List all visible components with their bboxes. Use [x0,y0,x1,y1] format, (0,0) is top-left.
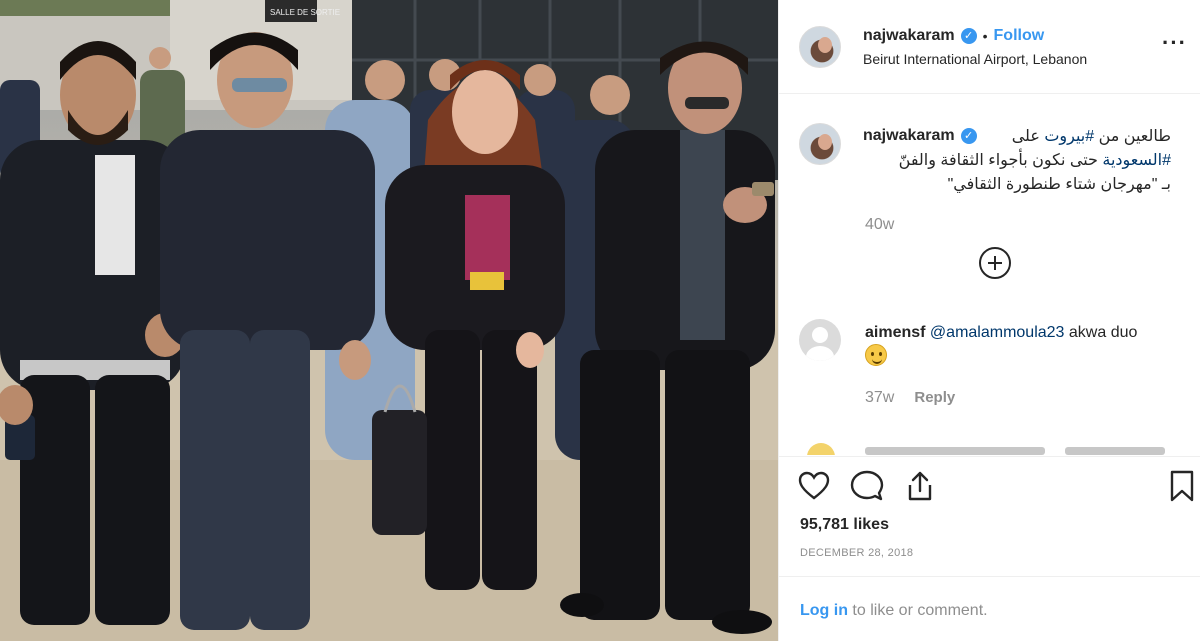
login-prompt: Log in to like or comment. [779,576,1200,641]
smiley-emoji-icon [865,344,887,366]
caption-text: طالعين من #بيروت على #السعودية حتى نكون … [851,125,1171,197]
comments-section[interactable]: najwakaram ✓ طالعين من #بيروت على #السعو… [779,95,1200,455]
caption-timestamp[interactable]: 40w [865,216,894,234]
hashtag-saudi[interactable]: #السعودية [1102,152,1171,169]
follow-button[interactable]: Follow [994,27,1045,45]
comment-icon[interactable] [850,469,884,503]
bookmark-icon[interactable] [1165,469,1199,503]
author-avatar[interactable] [799,26,841,68]
more-options-icon[interactable]: ··· [1162,30,1187,56]
author-username[interactable]: najwakaram [863,27,955,45]
login-link[interactable]: Log in [800,602,848,619]
caption-line2-text: حتى نكون بأجواء الثقافة والفنّ [898,152,1103,169]
heart-icon[interactable] [797,469,831,503]
reply-button[interactable]: Reply [914,389,955,407]
author-line: najwakaram ✓ • Follow [863,27,1044,45]
login-suffix: to like or comment. [847,602,988,619]
caption-line3: بـ "مهرجان شتاء طنطورة الثقافي" [947,176,1171,193]
next-comment-peek [805,441,1185,455]
post-photo[interactable]: SALLE DE SORTIE [0,0,778,641]
hashtag-beirut[interactable]: #بيروت [1044,128,1094,145]
verified-badge-icon: ✓ [960,28,977,44]
caption-line1-start: طالعين من [1094,128,1171,145]
likes-count[interactable]: 95,781 likes [800,516,889,534]
post-location-link[interactable]: Beirut International Airport, Lebanon [863,51,1087,67]
separator-dot: • [982,28,988,44]
comment-text: aimensf @amalammoula23 akwa duo [865,324,1137,342]
post-actions: 95,781 likes DECEMBER 28, 2018 [779,456,1200,576]
comment-body: akwa duo [1064,324,1138,341]
post-details-panel: najwakaram ✓ • Follow Beirut Internation… [778,0,1200,641]
post-date[interactable]: DECEMBER 28, 2018 [800,547,913,559]
share-icon[interactable] [903,469,937,503]
commenter-username[interactable]: aimensf [865,324,925,341]
plus-circle-icon[interactable] [979,247,1011,279]
comment-mention[interactable]: @amalammoula23 [930,324,1065,341]
post-header: najwakaram ✓ • Follow Beirut Internation… [779,0,1200,94]
caption-line1-end: على [1011,128,1045,145]
clipped-comment-graphic [807,443,1165,455]
caption-author-avatar[interactable] [799,123,841,165]
comment-meta: 37w Reply [865,389,955,407]
exit-sign-text: SALLE DE SORTIE [270,8,340,17]
commenter-avatar[interactable] [799,319,841,361]
comment-timestamp[interactable]: 37w [865,389,894,407]
photo-illustration: SALLE DE SORTIE [0,0,778,641]
